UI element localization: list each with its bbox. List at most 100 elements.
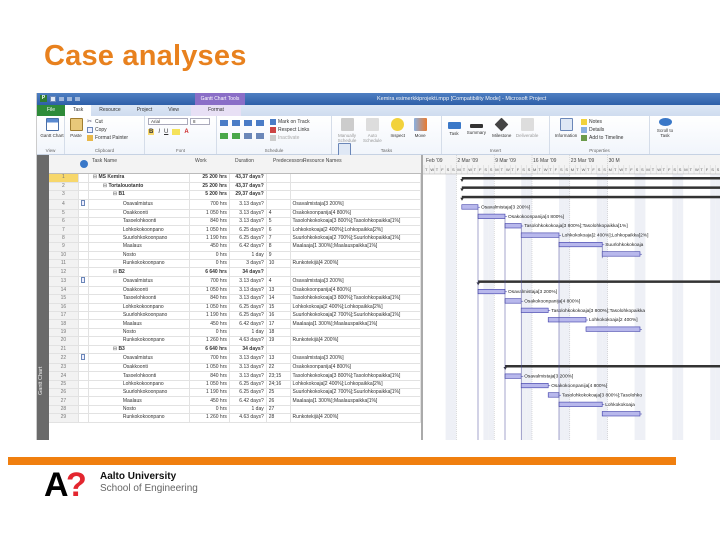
predecessors-cell[interactable] bbox=[266, 267, 291, 277]
resource-names-cell[interactable] bbox=[290, 267, 422, 277]
percent-75-icon[interactable] bbox=[256, 120, 264, 126]
predecessors-cell[interactable]: 7 bbox=[266, 234, 291, 244]
task-row[interactable]: 14 Osakkoonti 1 050 hrs 3.13 days? 13 Osakoko… bbox=[49, 286, 422, 296]
task-name-cell[interactable]: Lohkokokoonpano bbox=[88, 303, 191, 312]
work-cell[interactable]: 1 050 hrs bbox=[189, 380, 230, 390]
add-to-timeline-button[interactable]: Add to Timeline bbox=[581, 134, 623, 142]
task-row[interactable]: 13 Osavalmistus 700 hrs 3.13 days? 4 Osavalmi… bbox=[49, 276, 422, 287]
task-row[interactable]: 29 Runkokokoonpano 1 260 hrs 4.63 days? 28 Ru… bbox=[49, 413, 422, 423]
row-number[interactable]: 16 bbox=[49, 303, 79, 312]
predecessors-cell[interactable] bbox=[266, 174, 291, 183]
resource-names-cell[interactable]: Lohkokokoaja[2 400%];Lohkopaikka[2%] bbox=[290, 303, 422, 312]
row-number[interactable]: 25 bbox=[49, 380, 79, 390]
indicator-cell[interactable] bbox=[78, 413, 89, 423]
task-name-cell[interactable]: Runkokokoonpano bbox=[88, 336, 191, 346]
duration-cell[interactable]: 3.13 days? bbox=[229, 294, 267, 304]
work-cell[interactable]: 0 hrs bbox=[189, 251, 230, 261]
task-row[interactable]: 27 Maalaus 450 hrs 6.42 days? 26 Maalaaja[1 3… bbox=[49, 396, 422, 406]
indicator-cell[interactable] bbox=[78, 345, 89, 354]
note-indicator-icon[interactable] bbox=[80, 353, 85, 360]
row-number[interactable]: 24 bbox=[49, 371, 79, 381]
task-name-cell[interactable]: Osavalmistus bbox=[88, 276, 191, 287]
predecessors-cell[interactable]: 13 bbox=[266, 353, 291, 364]
tab-task[interactable]: Task bbox=[65, 105, 92, 116]
resource-names-cell[interactable] bbox=[290, 174, 422, 183]
resource-names-cell[interactable] bbox=[290, 251, 422, 261]
tab-format[interactable]: Format bbox=[191, 105, 241, 116]
work-cell[interactable]: 1 190 hrs bbox=[189, 234, 230, 244]
task-name-cell[interactable]: Lohkokokoonpano bbox=[88, 225, 191, 235]
work-cell[interactable]: 840 hrs bbox=[189, 294, 230, 304]
task-name-cell[interactable]: Maalaus bbox=[88, 396, 191, 406]
font-size-select[interactable]: 8 bbox=[190, 118, 210, 125]
tab-view[interactable]: View bbox=[160, 105, 187, 116]
predecessors-cell[interactable]: 6 bbox=[266, 225, 291, 235]
task-name-cell[interactable]: Maalaus bbox=[88, 242, 191, 252]
task-name-cell[interactable]: Osavalmistus bbox=[88, 353, 191, 364]
predecessors-cell[interactable]: 4 bbox=[266, 209, 291, 219]
predecessors-cell[interactable]: 16 bbox=[266, 311, 291, 321]
indicator-cell[interactable] bbox=[78, 190, 89, 200]
resource-names-cell[interactable]: Maalaaja[1 300%];Maalauspaikka[1%] bbox=[290, 319, 422, 329]
resource-names-cell[interactable]: Osakokoonpanija[4 800%] bbox=[290, 209, 422, 219]
predecessors-cell[interactable]: 9 bbox=[266, 251, 291, 261]
work-cell[interactable]: 0 hrs bbox=[189, 259, 230, 269]
row-number[interactable]: 2 bbox=[49, 182, 79, 192]
task-row[interactable]: 18 Maalaus 450 hrs 6.42 days? 17 Maalaaja[1 3… bbox=[49, 319, 422, 329]
move-button[interactable]: Move bbox=[411, 118, 429, 138]
inspect-button[interactable]: Inspect bbox=[386, 118, 410, 138]
indicator-cell[interactable] bbox=[78, 209, 89, 219]
task-name-cell[interactable]: Tasoelohkoonti bbox=[88, 294, 191, 304]
resource-names-cell[interactable]: Runkotekijä[4 200%] bbox=[290, 336, 422, 346]
task-row[interactable]: 11 Runkokokoonpano 0 hrs 3 days? 10 Runkoteki… bbox=[49, 259, 422, 269]
task-name-cell[interactable]: Maalaus bbox=[88, 319, 191, 329]
cut-button[interactable]: ✂ Cut bbox=[87, 118, 128, 126]
predecessors-cell[interactable] bbox=[266, 199, 291, 210]
predecessors-cell[interactable]: 5 bbox=[266, 217, 291, 227]
col-task-name[interactable]: Task Name bbox=[92, 158, 117, 164]
task-row[interactable]: 25 Lohkokokoonpano 1 050 hrs 6.25 days? 24;1… bbox=[49, 380, 422, 390]
work-cell[interactable]: 1 190 hrs bbox=[189, 388, 230, 398]
percent-50-icon[interactable] bbox=[244, 120, 252, 126]
task-name-cell[interactable]: Tasoelohkoonti bbox=[88, 371, 191, 381]
resource-names-cell[interactable]: Osakokoonpanija[4 800%] bbox=[290, 363, 422, 373]
work-cell[interactable]: 1 260 hrs bbox=[189, 413, 230, 423]
format-painter-button[interactable]: Format Painter bbox=[87, 134, 128, 142]
task-name-cell[interactable]: Osavalmistus bbox=[88, 199, 191, 210]
predecessors-cell[interactable]: 26 bbox=[266, 396, 291, 406]
indicator-cell[interactable] bbox=[78, 242, 89, 252]
row-number[interactable]: 23 bbox=[49, 363, 79, 373]
task-name-cell[interactable]: ⊟ B3 bbox=[88, 345, 191, 354]
work-cell[interactable]: 700 hrs bbox=[189, 353, 230, 364]
paste-button[interactable]: Paste bbox=[68, 118, 84, 142]
link-tasks-icon[interactable] bbox=[244, 132, 252, 139]
task-row[interactable]: 26 Suurlohkokoonpano 1 190 hrs 6.25 days? 25… bbox=[49, 388, 422, 398]
work-cell[interactable]: 1 260 hrs bbox=[189, 336, 230, 346]
duration-cell[interactable]: 43,37 days? bbox=[229, 174, 267, 183]
duration-cell[interactable]: 43,37 days? bbox=[229, 182, 267, 192]
outdent-icon[interactable] bbox=[220, 132, 228, 139]
predecessors-cell[interactable]: 10 bbox=[266, 259, 291, 269]
underline-button[interactable]: U bbox=[164, 129, 168, 135]
duration-cell[interactable]: 1 day bbox=[229, 328, 267, 338]
task-name-cell[interactable]: Runkokokoonpano bbox=[88, 259, 191, 269]
predecessors-cell[interactable]: 28 bbox=[266, 413, 291, 423]
indicator-cell[interactable] bbox=[78, 380, 89, 390]
row-number[interactable]: 9 bbox=[49, 242, 79, 252]
unlink-tasks-icon[interactable] bbox=[256, 132, 264, 139]
predecessors-cell[interactable] bbox=[266, 182, 291, 192]
insert-deliverable-button[interactable]: Deliverable bbox=[515, 118, 539, 138]
row-number[interactable]: 10 bbox=[49, 251, 79, 261]
task-row[interactable]: 22 Osavalmistus 700 hrs 3.13 days? 13 Osavalm… bbox=[49, 353, 422, 364]
indicator-cell[interactable] bbox=[78, 234, 89, 244]
indicator-cell[interactable] bbox=[78, 353, 89, 364]
row-number[interactable]: 22 bbox=[49, 353, 79, 364]
task-name-cell[interactable]: ⊟ MS Kemira bbox=[88, 174, 191, 183]
predecessors-cell[interactable]: 27 bbox=[266, 405, 291, 415]
auto-schedule-button[interactable]: Auto Schedule bbox=[360, 118, 384, 143]
note-indicator-icon[interactable] bbox=[80, 199, 85, 206]
respect-links-button[interactable]: Respect Links bbox=[270, 126, 310, 134]
row-number[interactable]: 28 bbox=[49, 405, 79, 415]
resource-names-cell[interactable]: Maalaaja[1 300%];Maalauspaikka[1%] bbox=[290, 242, 422, 252]
task-row[interactable]: 24 Tasoelohkoonti 840 hrs 3.13 days? 23;15 Ta… bbox=[49, 371, 422, 381]
